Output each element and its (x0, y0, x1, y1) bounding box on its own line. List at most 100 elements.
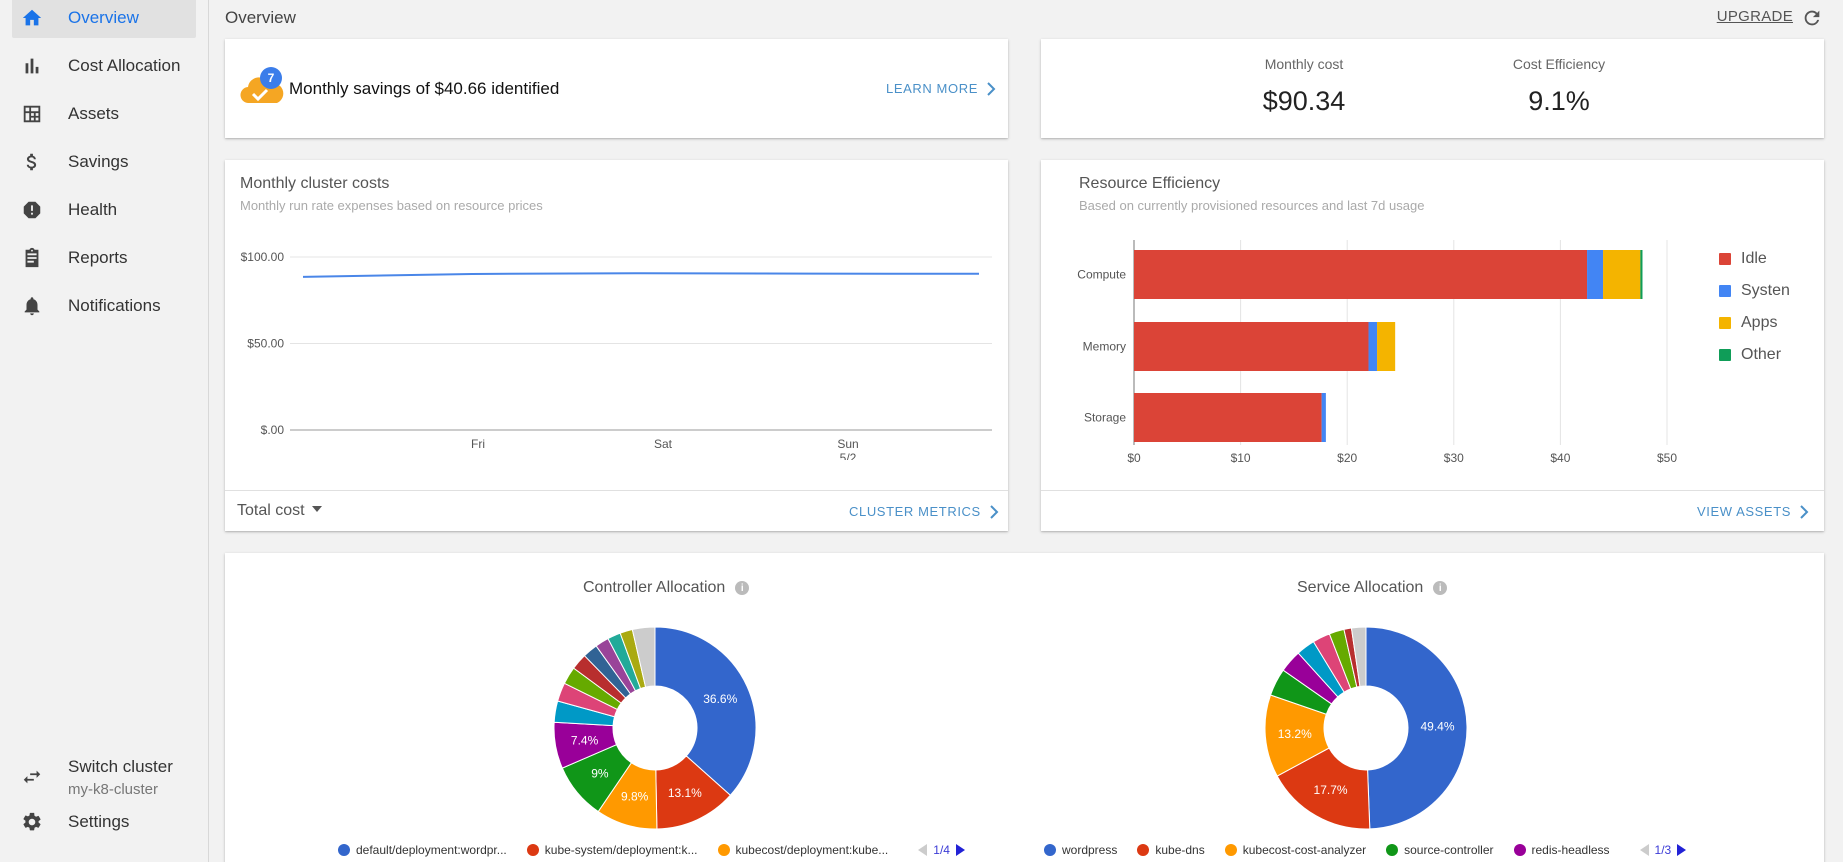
slice-label: 7.4% (571, 734, 599, 748)
sidebar-item-cost-allocation[interactable]: Cost Allocation (12, 46, 196, 86)
x-tick-label: Fri (471, 437, 485, 451)
savings-count-badge: 7 (260, 67, 282, 89)
cluster-name: my-k8-cluster (68, 780, 159, 798)
legend-dot (1224, 844, 1237, 856)
sidebar-item-label: Settings (68, 812, 130, 831)
savings-text: Monthly savings of $40.66 identified (289, 79, 560, 98)
bar-chart-icon (20, 54, 44, 78)
resource-efficiency-title: Resource Efficiency (1079, 175, 1221, 192)
legend-label: Other (1741, 346, 1782, 363)
sidebar-item-assets[interactable]: Assets (12, 94, 196, 134)
view-assets-link[interactable]: VIEW ASSETS (1697, 504, 1809, 519)
y-tick-label: $.00 (261, 423, 285, 437)
service-legend-pager: 1/3 (1639, 843, 1687, 857)
cost-efficiency-value: 9.1% (1528, 86, 1590, 116)
swap-icon (20, 765, 44, 789)
legend-label: Systen (1741, 282, 1790, 299)
legend-label: Idle (1741, 250, 1767, 267)
sidebar-item-savings[interactable]: Savings (12, 142, 196, 182)
sidebar-item-label: Assets (68, 104, 120, 123)
savings-card: 7 Monthly savings of $40.66 identified L… (225, 39, 1008, 138)
legend-dot (1044, 844, 1056, 856)
page-title: Overview (225, 8, 296, 27)
card-divider (1041, 490, 1824, 491)
resource-efficiency-card: Resource Efficiency Based on currently p… (1041, 160, 1824, 531)
controller-allocation-title: Controller Allocation i (583, 579, 750, 597)
controller-allocation-label: Controller Allocation (583, 579, 726, 596)
legend-swatch (1719, 285, 1731, 297)
home-icon (20, 6, 44, 30)
cluster-metrics-label: CLUSTER METRICS (849, 504, 981, 519)
allocation-card: Controller Allocation i 36.6% 13.1% 9.8% 9%… (225, 553, 1824, 862)
monthly-cost-value: $90.34 (1262, 86, 1346, 116)
gear-icon (20, 810, 44, 834)
sidebar-item-settings[interactable]: Settings (12, 802, 196, 842)
card-divider (225, 490, 1008, 491)
slice-label: 13.2% (1278, 727, 1312, 741)
cost-efficiency-kpi: Cost Efficiency 9.1% (1459, 56, 1659, 117)
metric-select-value: Total cost (237, 502, 305, 519)
legend-dot (1137, 844, 1150, 856)
slice-label: 17.7% (1314, 783, 1348, 797)
prev-page-icon[interactable] (918, 844, 928, 856)
legend-label: Apps (1741, 314, 1778, 331)
switch-cluster-label: Switch cluster (68, 756, 173, 776)
chevron-right-icon (987, 81, 996, 96)
sidebar-item-overview[interactable]: Overview (12, 0, 196, 38)
cluster-costs-subtitle: Monthly run rate expenses based on resou… (240, 198, 543, 213)
monthly-cost-label: Monthly cost (1264, 56, 1344, 72)
caret-down-icon (311, 505, 322, 512)
service-allocation-title: Service Allocation i (1297, 579, 1448, 597)
x-tick-label: 5/2 (840, 451, 857, 460)
legend-swatch (1719, 253, 1731, 265)
view-assets-label: VIEW ASSETS (1697, 504, 1792, 519)
learn-more-label: LEARN MORE (886, 81, 978, 96)
kpi-card: Monthly cost $90.34 Cost Efficiency 9.1% (1041, 39, 1824, 138)
legend-label: wordpress (1062, 843, 1118, 857)
x-tick-label: $20 (1337, 451, 1357, 465)
legend-item-other: Other (1719, 346, 1781, 364)
bar-segment (1134, 322, 1369, 371)
alert-icon (20, 198, 44, 222)
info-icon[interactable]: i (735, 581, 750, 595)
legend-label: kube-system/deployment:k... (544, 843, 698, 857)
info-icon[interactable]: i (1433, 581, 1448, 595)
legend-swatch (1719, 317, 1731, 329)
prev-page-icon[interactable] (1639, 844, 1649, 856)
legend-label: kube-dns (1155, 843, 1205, 857)
sidebar-item-label: Health (68, 200, 118, 219)
monthly-cost-kpi: Monthly cost $90.34 (1204, 56, 1404, 117)
legend-dot (526, 844, 539, 856)
legend-label: redis-headless (1531, 843, 1610, 857)
legend-dot (717, 844, 730, 856)
bar-segment (1134, 393, 1322, 442)
bell-icon (20, 294, 44, 318)
refresh-icon[interactable] (1801, 7, 1823, 29)
sidebar: Overview Cost Allocation Assets Savings … (0, 0, 209, 862)
cluster-metrics-link[interactable]: CLUSTER METRICS (849, 504, 999, 519)
legend-label: kubecost/deployment:kube... (735, 843, 889, 857)
legend-dot (1386, 844, 1399, 856)
x-tick-label: $30 (1444, 451, 1464, 465)
y-tick-label: Storage (1084, 411, 1126, 425)
bar-segment (1603, 250, 1641, 299)
legend-label: default/deployment:wordpr... (356, 843, 507, 857)
cluster-costs-line-chart: $100.00 $50.00 $.00 Fri Sat Sun5/2 (241, 250, 992, 460)
sidebar-item-label: Cost Allocation (68, 56, 181, 75)
learn-more-link[interactable]: LEARN MORE (886, 81, 996, 96)
legend-label: kubecost-cost-analyzer (1242, 843, 1367, 857)
metric-select[interactable]: Total cost (237, 502, 322, 520)
sidebar-item-health[interactable]: Health (12, 190, 196, 230)
switch-cluster-button[interactable]: Switch cluster my-k8-cluster (12, 752, 196, 802)
clipboard-icon (20, 246, 44, 270)
sidebar-item-reports[interactable]: Reports (12, 238, 196, 278)
sidebar-item-notifications[interactable]: Notifications (12, 286, 196, 326)
cost-efficiency-label: Cost Efficiency (1512, 56, 1606, 72)
chevron-right-icon (1800, 504, 1809, 519)
chevron-right-icon (990, 504, 999, 519)
next-page-icon[interactable] (955, 844, 965, 856)
sidebar-item-label: Savings (68, 152, 129, 171)
next-page-icon[interactable] (1677, 844, 1687, 856)
upgrade-link[interactable]: UPGRADE (1717, 8, 1793, 25)
slice-label: 9.8% (621, 790, 649, 804)
